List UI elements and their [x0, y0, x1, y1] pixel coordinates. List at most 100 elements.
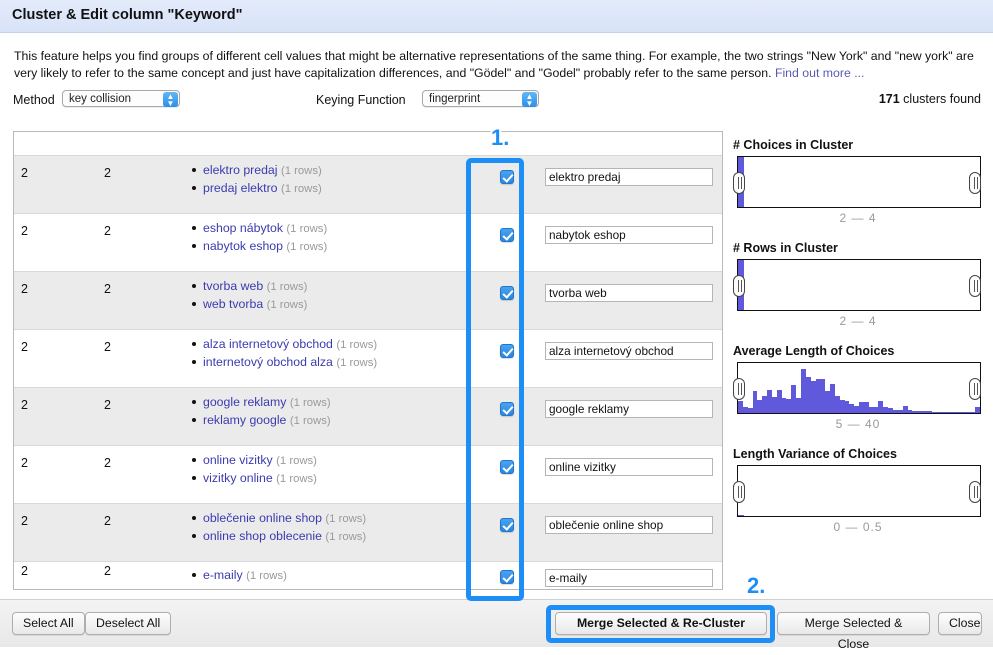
facet-histogram[interactable] [733, 465, 981, 517]
facet-histogram[interactable] [733, 362, 981, 414]
choice-item[interactable]: reklamy google (1 rows) [190, 412, 480, 430]
choice-item[interactable]: online shop oblecenie (1 rows) [190, 528, 480, 546]
choice-value: online shop oblecenie [203, 529, 322, 543]
merge-selected-recluster-button[interactable]: Merge Selected & Re-Cluster [555, 612, 767, 635]
choice-row-count: (1 rows) [286, 223, 328, 235]
choice-item[interactable]: alza internetový obchod (1 rows) [190, 336, 480, 354]
controls-row: Method key collision ▲ ▼ Keying Function … [0, 90, 993, 114]
facet-histogram[interactable] [733, 156, 981, 208]
find-out-more-link[interactable]: Find out more ... [775, 66, 865, 80]
new-value-cell[interactable] [545, 342, 713, 360]
cluster-checkbox-cell[interactable] [488, 214, 530, 271]
method-select[interactable]: key collision ▲ ▼ [62, 90, 180, 108]
cluster-checkbox[interactable] [500, 344, 514, 358]
choice-row-count: (1 rows) [325, 513, 367, 525]
close-button[interactable]: Close [938, 612, 982, 635]
choice-item[interactable]: eshop nábytok (1 rows) [190, 220, 480, 238]
merge-selected-close-button[interactable]: Merge Selected & Close [777, 612, 930, 651]
method-select-value: key collision [69, 93, 131, 105]
table-row[interactable]: 2 2 alza internetový obchod (1 rows) intern… [14, 330, 722, 388]
range-slider-handle-left[interactable] [733, 378, 745, 400]
choice-value: web tvorba [203, 297, 264, 311]
new-value-cell[interactable] [545, 226, 713, 244]
cluster-checkbox-cell[interactable] [488, 388, 530, 445]
annotation-step-2: 2. [747, 573, 766, 598]
histogram-bars [738, 363, 980, 413]
facet-range-label: 2 — 4 [839, 211, 877, 225]
choice-item[interactable]: e-maily (1 rows) [190, 567, 480, 585]
choice-item[interactable]: vizitky online (1 rows) [190, 470, 480, 488]
range-slider-handle-right[interactable] [969, 275, 981, 297]
choice-value: google reklamy [203, 395, 287, 409]
cluster-checkbox-cell[interactable] [488, 446, 530, 503]
cluster-checkbox-cell[interactable] [488, 156, 530, 213]
select-all-button[interactable]: Select All [12, 612, 85, 635]
new-value-input[interactable] [545, 400, 713, 418]
choice-item[interactable]: internetový obchod alza (1 rows) [190, 354, 480, 372]
new-value-cell[interactable] [545, 284, 713, 302]
choice-item[interactable]: tvorba web (1 rows) [190, 278, 480, 296]
table-row[interactable]: 2 2 e-maily (1 rows) [14, 562, 722, 589]
table-row[interactable]: tvorba eshopu (1 rows) [14, 132, 722, 156]
range-slider-handle-right[interactable] [969, 172, 981, 194]
choice-item[interactable]: online vizitky (1 rows) [190, 452, 480, 470]
method-label: Method [13, 93, 55, 107]
table-row[interactable]: 2 2 oblečenie online shop (1 rows) online s… [14, 504, 722, 562]
new-value-cell[interactable] [545, 168, 713, 186]
new-value-input[interactable] [545, 569, 713, 587]
range-slider-handle-left[interactable] [733, 172, 745, 194]
choice-item[interactable]: nabytok eshop (1 rows) [190, 238, 480, 256]
choice-row-count: (1 rows) [284, 131, 325, 132]
cluster-checkbox[interactable] [500, 460, 514, 474]
cluster-checkbox-cell[interactable] [488, 272, 530, 329]
cluster-choices: elektro predaj (1 rows) predaj elektro (1… [190, 162, 480, 198]
new-value-input[interactable] [545, 168, 713, 186]
new-value-input[interactable] [545, 342, 713, 360]
choice-item[interactable]: web tvorba (1 rows) [190, 296, 480, 314]
table-row[interactable]: 2 2 google reklamy (1 rows) reklamy google … [14, 388, 722, 446]
new-value-cell[interactable] [545, 569, 713, 587]
new-value-cell[interactable] [545, 400, 713, 418]
cluster-row-count: 2 [104, 224, 111, 238]
choice-row-count: (1 rows) [325, 531, 367, 543]
choice-item[interactable]: google reklamy (1 rows) [190, 394, 480, 412]
table-row[interactable]: 2 2 tvorba web (1 rows) web tvorba (1 rows) [14, 272, 722, 330]
cluster-checkbox-cell[interactable] [488, 330, 530, 387]
choice-item[interactable]: predaj elektro (1 rows) [190, 180, 480, 198]
facets-panel: # Choices in Cluster 2 — 4 # Rows in Clust… [733, 138, 983, 550]
dialog-titlebar: Cluster & Edit column "Keyword" [0, 0, 993, 33]
choice-row-count: (1 rows) [280, 165, 322, 177]
table-row[interactable]: 2 2 eshop nábytok (1 rows) nabytok eshop (1… [14, 214, 722, 272]
cluster-checkbox[interactable] [500, 518, 514, 532]
cluster-checkbox-cell[interactable] [488, 562, 530, 589]
new-value-input[interactable] [545, 516, 713, 534]
new-value-input[interactable] [545, 284, 713, 302]
cluster-checkbox-cell[interactable] [488, 504, 530, 561]
choice-row-count: (1 rows) [246, 570, 287, 582]
cluster-checkbox[interactable] [500, 286, 514, 300]
cluster-choices: e-maily (1 rows) [190, 567, 480, 585]
range-slider-handle-right[interactable] [969, 378, 981, 400]
table-row[interactable]: 2 2 elektro predaj (1 rows) predaj elektro … [14, 156, 722, 214]
histogram-bars [738, 260, 980, 310]
range-slider-handle-left[interactable] [733, 481, 745, 503]
histogram-plot [737, 259, 981, 311]
cluster-table[interactable]: tvorba eshopu (1 rows) 2 2 elektro predaj … [13, 131, 723, 590]
range-slider-handle-right[interactable] [969, 481, 981, 503]
new-value-cell[interactable] [545, 516, 713, 534]
new-value-input[interactable] [545, 226, 713, 244]
cluster-checkbox[interactable] [500, 570, 514, 584]
cluster-checkbox[interactable] [500, 170, 514, 184]
cluster-checkbox[interactable] [500, 402, 514, 416]
range-slider-handle-left[interactable] [733, 275, 745, 297]
keying-function-select[interactable]: fingerprint ▲ ▼ [422, 90, 539, 108]
choice-item[interactable]: elektro predaj (1 rows) [190, 162, 480, 180]
table-row[interactable]: 2 2 online vizitky (1 rows) vizitky online … [14, 446, 722, 504]
choice-item[interactable]: tvorba eshopu (1 rows) [190, 131, 480, 135]
deselect-all-button[interactable]: Deselect All [85, 612, 172, 635]
choice-item[interactable]: oblečenie online shop (1 rows) [190, 510, 480, 528]
cluster-checkbox[interactable] [500, 228, 514, 242]
new-value-cell[interactable] [545, 458, 713, 476]
new-value-input[interactable] [545, 458, 713, 476]
facet-histogram[interactable] [733, 259, 981, 311]
